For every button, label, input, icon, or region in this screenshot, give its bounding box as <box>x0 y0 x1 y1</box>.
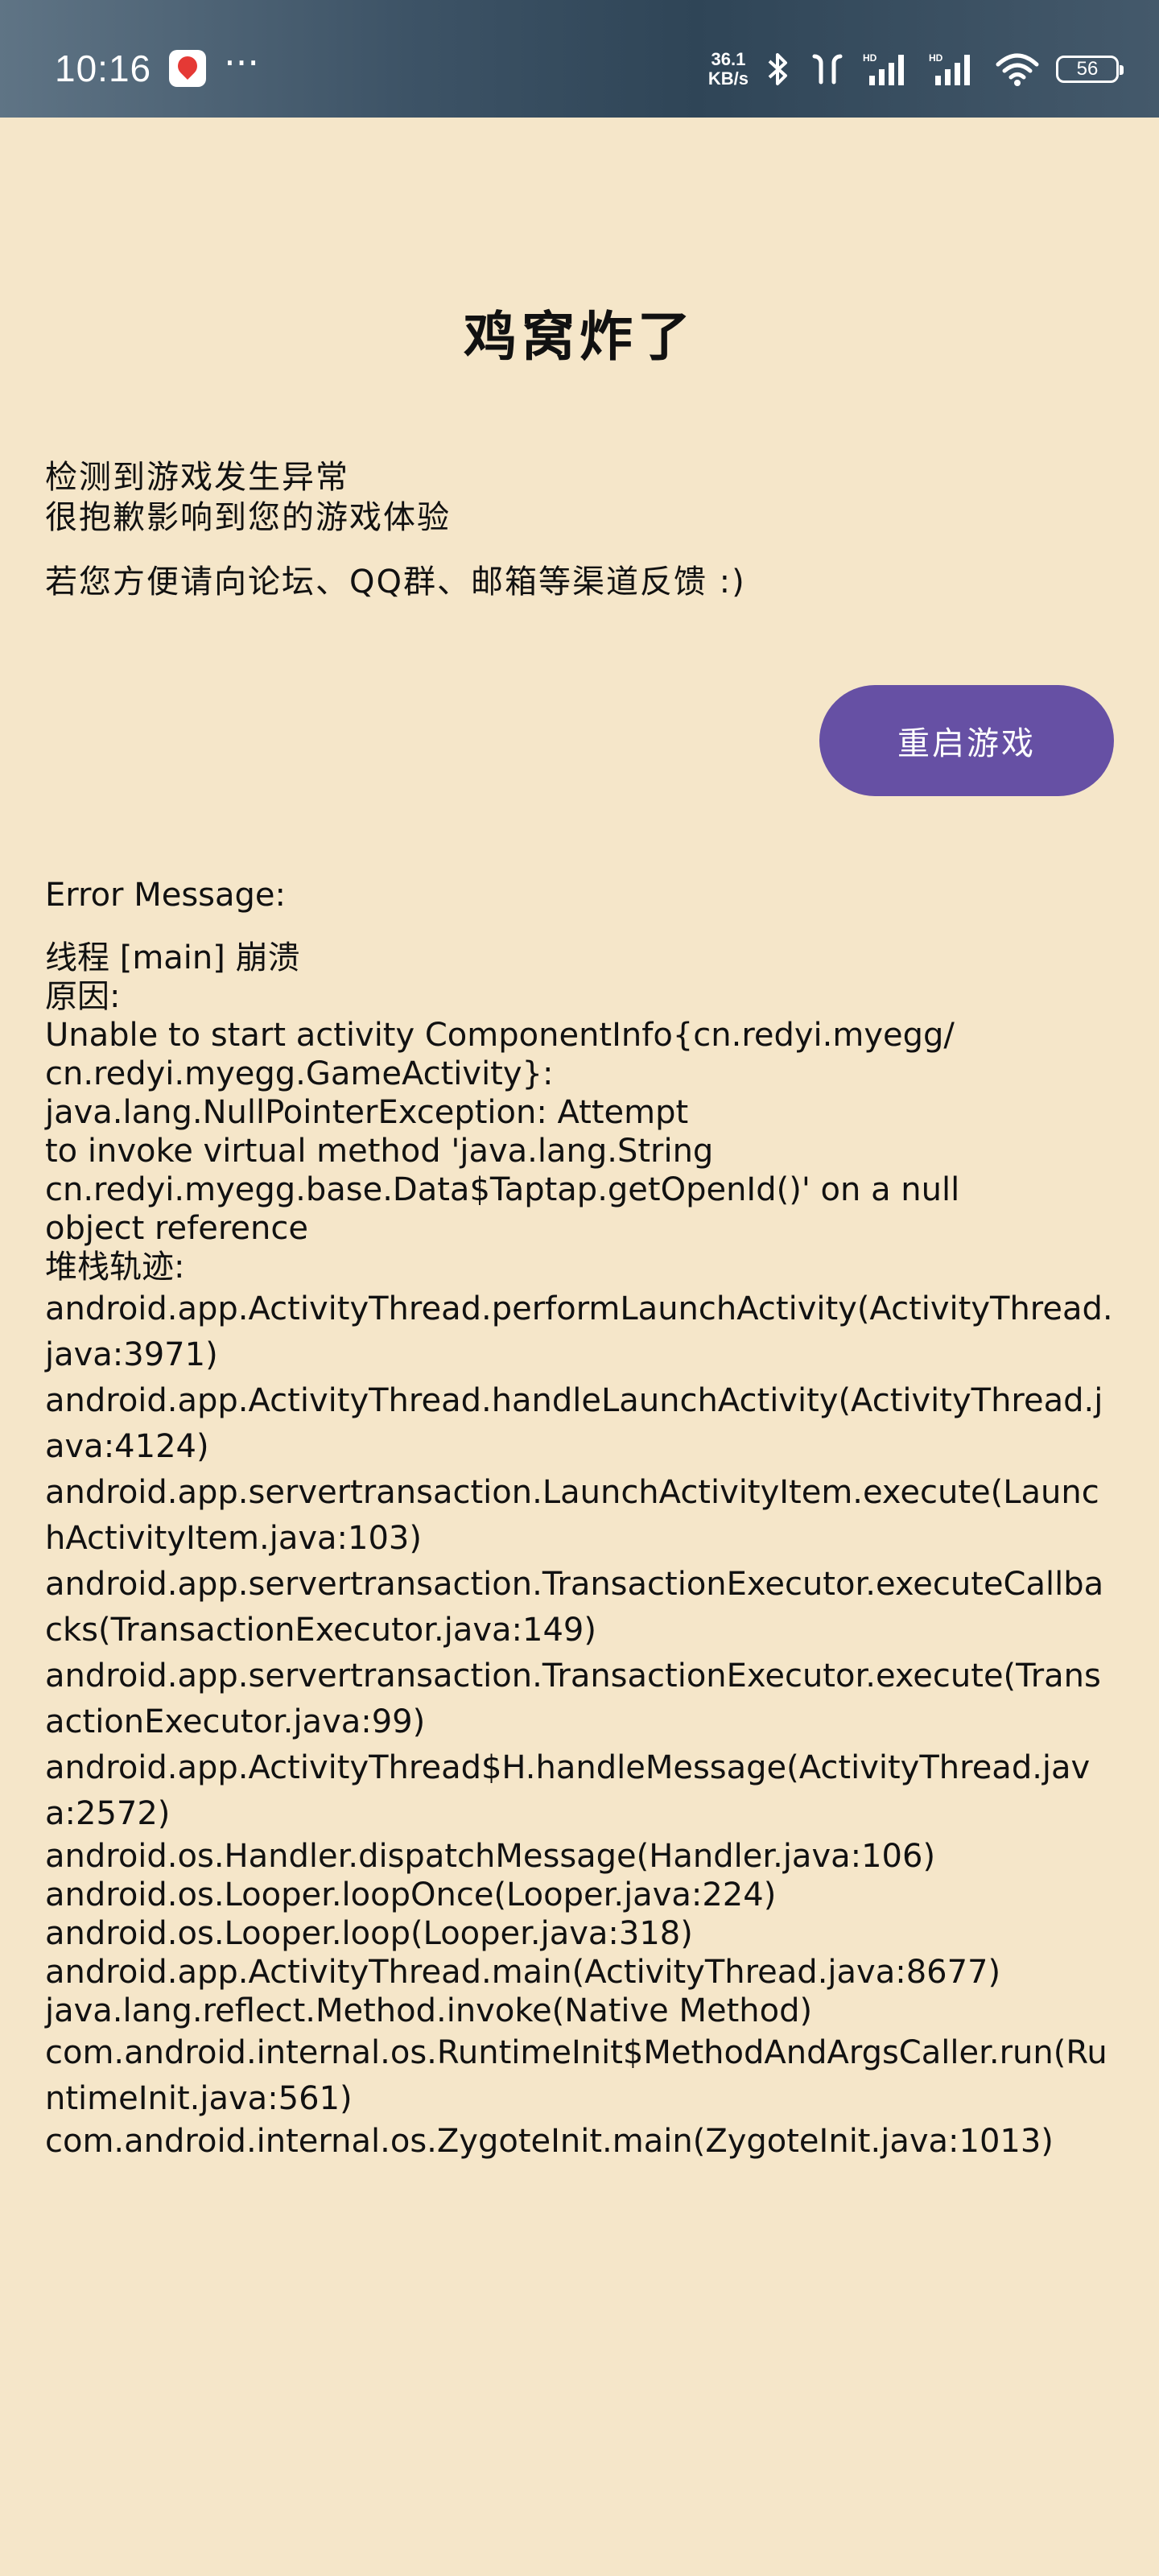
status-left: 10:16 ··· <box>55 41 259 90</box>
bluetooth-icon <box>765 52 792 87</box>
battery-icon: 56 <box>1056 56 1124 83</box>
network-speed: 36.1 KB/s <box>708 50 749 89</box>
network-speed-unit: KB/s <box>707 68 749 89</box>
stack-frame: java.lang.reflect.Method.invoke(Native M… <box>45 1992 813 2029</box>
error-cause-line: cn.redyi.myegg.base.Data$Taptap.getOpenI… <box>45 1171 960 1208</box>
stack-frame: android.app.ActivityThread$H.handleMessa… <box>45 1749 1091 1832</box>
error-message-block: Error Message: 线程 [main] 崩溃 原因: Unable t… <box>45 876 1116 2161</box>
error-cause: Unable to start activity ComponentInfo{c… <box>45 1016 1116 1248</box>
page-title: 鸡窝炸了 <box>464 306 695 368</box>
stack-frame: android.app.ActivityThread.performLaunch… <box>45 1290 1113 1373</box>
signal-hd-icon-1: HD <box>863 52 913 87</box>
intro-line-3: 若您方便请向论坛、QQ群、邮箱等渠道反馈 :) <box>45 564 746 601</box>
status-right: 36.1 KB/s HD HD 56 <box>708 50 1124 89</box>
map-app-notification-icon <box>169 50 207 87</box>
crash-intro: 检测到游戏发生异常 很抱歉影响到您的游戏体验 若您方便请向论坛、QQ群、邮箱等渠… <box>45 457 1116 602</box>
stack-trace: android.app.ActivityThread.performLaunch… <box>45 1286 1116 2161</box>
error-cause-line: java.lang.NullPointerException: Attempt <box>45 1094 689 1131</box>
restart-game-button[interactable]: 重启游戏 <box>819 685 1114 796</box>
stack-frame: com.android.internal.os.RuntimeInit$Meth… <box>45 2034 1107 2117</box>
network-speed-value: 36.1 <box>711 49 746 69</box>
error-cause-line: cn.redyi.myegg.GameActivity}: <box>45 1055 554 1092</box>
intro-line-1: 检测到游戏发生异常 <box>45 459 349 496</box>
status-bar: 10:16 ··· 36.1 KB/s HD HD 56 <box>0 0 1159 118</box>
stack-frame: android.app.servertransaction.LaunchActi… <box>45 1474 1099 1557</box>
stack-frame: android.os.Handler.dispatchMessage(Handl… <box>45 1838 936 1875</box>
error-thread-line: 线程 [main] 崩溃 <box>45 939 300 976</box>
stack-frame: android.os.Looper.loopOnce(Looper.java:2… <box>45 1876 777 1913</box>
stack-frame: com.android.internal.os.ZygoteInit.main(… <box>45 2123 1054 2160</box>
stack-frame: android.app.servertransaction.Transactio… <box>45 1657 1101 1740</box>
error-message-label: Error Message: <box>45 877 287 914</box>
svg-text:HD: HD <box>929 52 943 64</box>
stack-frame: android.app.ActivityThread.handleLaunchA… <box>45 1382 1103 1465</box>
intro-line-2: 很抱歉影响到您的游戏体验 <box>45 499 451 536</box>
signal-hd-icon-2: HD <box>929 52 979 87</box>
earbuds-icon <box>808 52 847 87</box>
wifi-icon <box>995 52 1040 87</box>
stack-frame: android.app.servertransaction.Transactio… <box>45 1566 1104 1649</box>
error-cause-line: to invoke virtual method 'java.lang.Stri… <box>45 1133 714 1170</box>
stack-frame: android.app.ActivityThread.main(Activity… <box>45 1954 1001 1991</box>
stack-trace-label: 堆栈轨迹: <box>45 1249 185 1286</box>
more-notifications-icon: ··· <box>224 41 259 85</box>
error-cause-line: Unable to start activity ComponentInfo{c… <box>45 1017 955 1054</box>
error-cause-label: 原因: <box>45 978 121 1015</box>
svg-text:HD: HD <box>863 52 877 64</box>
error-cause-line: object reference <box>45 1210 308 1247</box>
status-time: 10:16 <box>55 47 152 89</box>
stack-frame: android.os.Looper.loop(Looper.java:318) <box>45 1915 693 1952</box>
